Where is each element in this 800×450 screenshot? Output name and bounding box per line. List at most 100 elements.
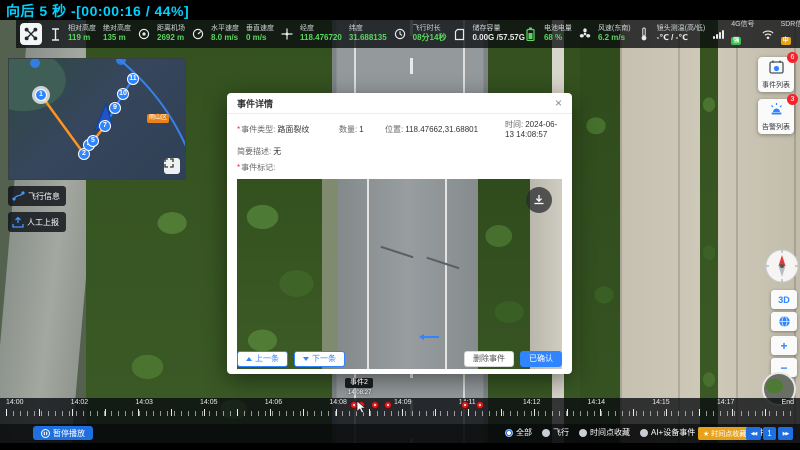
filter-ai-device-events[interactable]: AI+设备事件: [640, 427, 695, 438]
event-location-field: 位置:118.47662,31.68801: [385, 125, 505, 135]
manual-report-label: 人工上报: [27, 217, 59, 228]
time-label: 14:02: [71, 399, 89, 406]
timeline-labels: 14:00 14:02 14:03 14:05 14:06 14:08 14:0…: [0, 398, 800, 406]
confirm-event-button[interactable]: 已确认: [520, 351, 562, 367]
waypoint-marker[interactable]: 9: [109, 102, 121, 114]
time-label: 14:12: [523, 399, 541, 406]
telemetry-home-distance: 距离机场2692 m: [157, 25, 185, 42]
telemetry-4g-signal: 4G信号 强: [731, 21, 754, 47]
event-marker[interactable]: [371, 401, 379, 409]
sdr-signal-badge: 中: [781, 37, 791, 45]
battery-icon: [525, 27, 537, 41]
time-label: 14:17: [717, 399, 735, 406]
alarm-list-label: 告警列表: [758, 122, 794, 132]
zoom-in-button[interactable]: +: [771, 336, 797, 355]
event-list-badge: 6: [787, 52, 798, 63]
filter-time-favorites[interactable]: 时间点收藏: [579, 427, 630, 438]
page-next-button[interactable]: ▶▶: [778, 427, 793, 440]
telemetry-absolute-altitude: 绝对高度135 m: [103, 25, 131, 42]
event-count-field: 数量:1: [339, 125, 385, 135]
time-label: 14:08: [329, 399, 347, 406]
required-asterisk: *: [237, 125, 240, 134]
page-prev-button[interactable]: ◀◀: [746, 427, 761, 440]
telemetry-wind-speed: 风速(东南)6.2 m/s: [598, 25, 631, 42]
telemetry-battery: 电池电量68 %: [544, 25, 572, 42]
mouse-cursor: [356, 400, 367, 414]
telemetry-left-group: 相对高度119 m 绝对高度135 m 距离机场2692 m 水平速度8.0 m…: [20, 23, 525, 45]
aerial-trees-right: [580, 20, 620, 443]
filter-flight[interactable]: 飞行: [542, 427, 569, 438]
telemetry-sdr-signal: SDR信号 中: [781, 21, 800, 47]
upload-icon: [12, 217, 24, 228]
telemetry-longitude: 经度118.476720: [300, 25, 342, 42]
pause-playback-button[interactable]: 暂停播放: [33, 426, 93, 440]
telemetry-lens-temperature: 镜头测温(高/低)-℃ / -℃: [657, 25, 706, 42]
crosshair-icon: [281, 27, 293, 41]
delete-event-button[interactable]: 删除事件: [464, 351, 514, 367]
4g-signal-badge: 强: [731, 37, 741, 45]
alarm-list-badge: 3: [787, 94, 798, 105]
event-description-field: 简要描述:无: [237, 147, 562, 157]
event-time-field: 时间:2024-06-13 14:08:57: [505, 120, 562, 141]
drone-icon[interactable]: [20, 23, 42, 45]
close-icon[interactable]: ×: [555, 97, 562, 109]
modal-body: *事件类型:路面裂纹 数量:1 位置:118.47662,31.68801 时间…: [227, 114, 572, 369]
time-label: 14:05: [200, 399, 218, 406]
star-icon: ★: [703, 430, 709, 438]
time-favorite-button[interactable]: ★ 时间点收藏: [698, 427, 751, 440]
event-list-button[interactable]: 6 事件列表: [758, 57, 794, 92]
timeline-minor-ticks: [6, 411, 794, 416]
event-list-label: 事件列表: [758, 80, 794, 90]
modal-header: 事件详情 ×: [227, 93, 572, 114]
modal-title: 事件详情: [237, 97, 555, 110]
altitude-beam-icon: [49, 27, 61, 41]
event-list-icon: [769, 60, 784, 74]
waypoint-marker[interactable]: 10: [117, 88, 129, 100]
timeline-bar[interactable]: 14:00 14:02 14:03 14:05 14:06 14:08 14:0…: [0, 398, 800, 424]
page-number[interactable]: 1: [763, 427, 776, 440]
event-tooltip: 事件2: [345, 378, 373, 388]
storage-card-icon: [453, 27, 465, 41]
next-event-button[interactable]: 下一条: [294, 351, 345, 367]
modal-footer: 上一条 下一条 删除事件 已确认: [237, 351, 562, 367]
flight-route-icon: [12, 191, 25, 201]
time-label: 14:09: [394, 399, 412, 406]
map-expand-button[interactable]: [164, 158, 180, 174]
chevron-up-icon: [246, 357, 252, 361]
telemetry-storage: 储存容量0.00G /57.57G: [472, 25, 524, 42]
event-annotation-marker: [419, 334, 439, 339]
mini-map[interactable]: 1 2 4 5 7 9 10 11 雨山区: [8, 58, 186, 180]
event-marker[interactable]: [476, 401, 484, 409]
waypoint-marker[interactable]: 5: [87, 135, 99, 147]
layers-globe-button[interactable]: [771, 312, 797, 331]
telemetry-vertical-speed: 垂直速度0 m/s: [246, 25, 274, 42]
wind-icon: [579, 27, 591, 41]
event-type-field: *事件类型:路面裂纹: [237, 125, 339, 135]
playback-status-title: 向后 5 秒 -[00:00:16 / 44%]: [6, 1, 189, 21]
filter-all[interactable]: 全部: [505, 427, 532, 438]
waypoint-marker[interactable]: 11: [127, 73, 139, 85]
speed-gauge-icon: [192, 27, 204, 41]
wifi-icon: [762, 27, 774, 41]
prev-event-button[interactable]: 上一条: [237, 351, 288, 367]
alarm-list-button[interactable]: 3 告警列表: [758, 99, 794, 134]
flight-info-label: 飞行信息: [28, 191, 60, 202]
waypoint-marker[interactable]: 7: [99, 120, 111, 132]
time-label: 14:00: [6, 399, 24, 406]
3d-mode-button[interactable]: 3D: [771, 290, 797, 309]
manual-report-button[interactable]: 人工上报: [8, 212, 66, 232]
event-marker[interactable]: [384, 401, 392, 409]
waypoint-marker[interactable]: 1: [35, 89, 47, 101]
event-marker[interactable]: [461, 401, 469, 409]
telemetry-right-group: 电池电量68 % 风速(东南)6.2 m/s 镜头测温(高/低)-℃ / -℃ …: [525, 21, 800, 47]
event-photo[interactable]: [237, 179, 562, 369]
time-label: 14:15: [652, 399, 670, 406]
compass[interactable]: [764, 248, 800, 284]
telemetry-bar: 相对高度119 m 绝对高度135 m 距离机场2692 m 水平速度8.0 m…: [16, 20, 800, 48]
clock-icon: [394, 27, 406, 41]
thermometer-icon: [638, 27, 650, 41]
radio-icon: [542, 429, 550, 437]
download-button[interactable]: [526, 187, 552, 213]
flight-info-button[interactable]: 飞行信息: [8, 186, 66, 206]
time-label: 14:06: [265, 399, 283, 406]
